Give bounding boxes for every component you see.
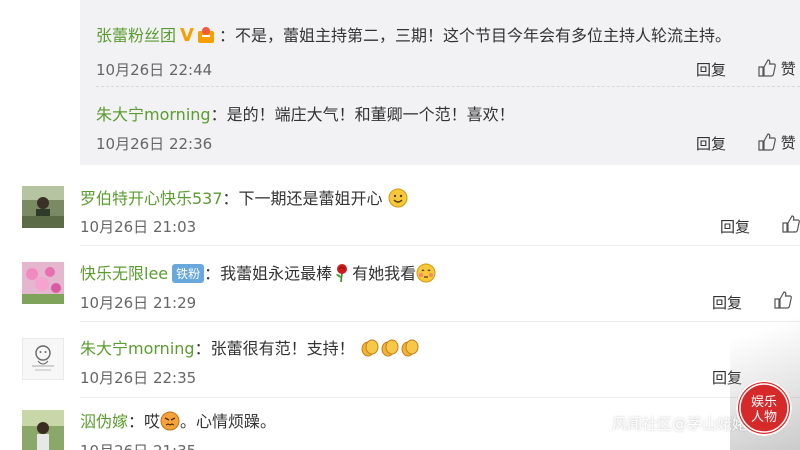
thumb-up-icon — [758, 133, 776, 151]
avatar[interactable] — [22, 262, 64, 304]
reply-date: 10月26日 22:44 — [96, 61, 213, 79]
fan-group-badge-icon — [197, 26, 219, 44]
clap-emoji-icon — [401, 339, 419, 357]
comment-text: ：我蕾姐永远最棒 — [204, 264, 333, 283]
reply-button[interactable]: 回复 — [696, 133, 726, 154]
smile-emoji-icon — [388, 188, 408, 208]
reply-item: 张蕾粉丝团 V ：不是，蕾姐主持第二，三期！这个节目今年会有多位主持人轮流主持。 — [96, 22, 800, 46]
comment-username[interactable]: 朱大宁morning — [80, 339, 195, 358]
comment-text: ：下一期还是蕾姐开心 — [222, 189, 383, 208]
like-button[interactable] — [782, 215, 800, 234]
like-label: 赞 — [780, 60, 796, 78]
svg-text:娱乐: 娱乐 — [751, 395, 777, 410]
comment-divider — [80, 245, 800, 246]
angry-emoji-icon — [160, 411, 180, 431]
comment-username[interactable]: 泅伪嫁 — [80, 412, 128, 431]
like-button[interactable]: 赞 — [758, 132, 796, 153]
blush-emoji-icon — [416, 263, 436, 283]
avatar[interactable] — [22, 338, 64, 380]
clap-emoji-icon — [361, 339, 379, 357]
avatar[interactable] — [22, 186, 64, 228]
avatar[interactable] — [22, 410, 64, 450]
comment-divider — [80, 397, 800, 398]
reply-text: ：不是，蕾姐主持第二，三期！这个节目今年会有多位主持人轮流主持。 — [218, 26, 731, 45]
like-label: 赞 — [780, 134, 796, 152]
reply-button[interactable]: 回复 — [720, 216, 750, 237]
comment-date: 10月26日 21:03 — [80, 218, 197, 236]
comment-date: 10月26日 22:35 — [80, 369, 197, 387]
reply-text: ：是的！端庄大气！和董卿一个范！喜欢！ — [210, 105, 515, 124]
comment-page: 张蕾粉丝团 V ：不是，蕾姐主持第二，三期！这个节目今年会有多位主持人轮流主持。 1… — [0, 0, 800, 450]
rose-emoji-icon — [336, 264, 348, 283]
iron-fan-badge: 铁粉 — [172, 264, 205, 283]
comment-text: ：哎 — [128, 412, 161, 431]
comment-text-tail: 。心情烦躁。 — [180, 412, 277, 431]
comment-username[interactable]: 快乐无限lee — [80, 264, 168, 283]
reply-username[interactable]: 张蕾粉丝团 — [96, 26, 176, 45]
clap-emoji-icon — [381, 339, 399, 357]
watermark-seal-logo: 娱乐 人物 — [736, 380, 792, 436]
reply-thread: 张蕾粉丝团 V ：不是，蕾姐主持第二，三期！这个节目今年会有多位主持人轮流主持。 1… — [80, 0, 800, 165]
reply-date: 10月26日 22:36 — [96, 135, 213, 153]
thumb-up-icon — [758, 59, 776, 77]
reply-username[interactable]: 朱大宁morning — [96, 105, 211, 124]
comment-divider — [80, 321, 800, 322]
thumb-up-icon — [782, 215, 800, 233]
svg-text:人物: 人物 — [751, 410, 777, 425]
reply-button[interactable]: 回复 — [696, 59, 726, 80]
verified-v-icon: V — [180, 25, 194, 46]
watermark-text: 风闻社区@茅山姥姥 — [612, 415, 748, 433]
comment-username[interactable]: 罗伯特开心快乐537 — [80, 189, 223, 208]
reply-divider — [96, 86, 800, 87]
comment-date: 10月26日 21:29 — [80, 294, 197, 312]
comment-date: 10月26日 21:35 — [80, 440, 196, 450]
comment-text-tail: 有她我看 — [352, 264, 417, 283]
like-button[interactable]: 赞 — [758, 58, 796, 79]
reply-item: 朱大宁morning：是的！端庄大气！和董卿一个范！喜欢！ — [96, 101, 800, 125]
comment-text: ：张蕾很有范！支持！ — [194, 339, 355, 358]
